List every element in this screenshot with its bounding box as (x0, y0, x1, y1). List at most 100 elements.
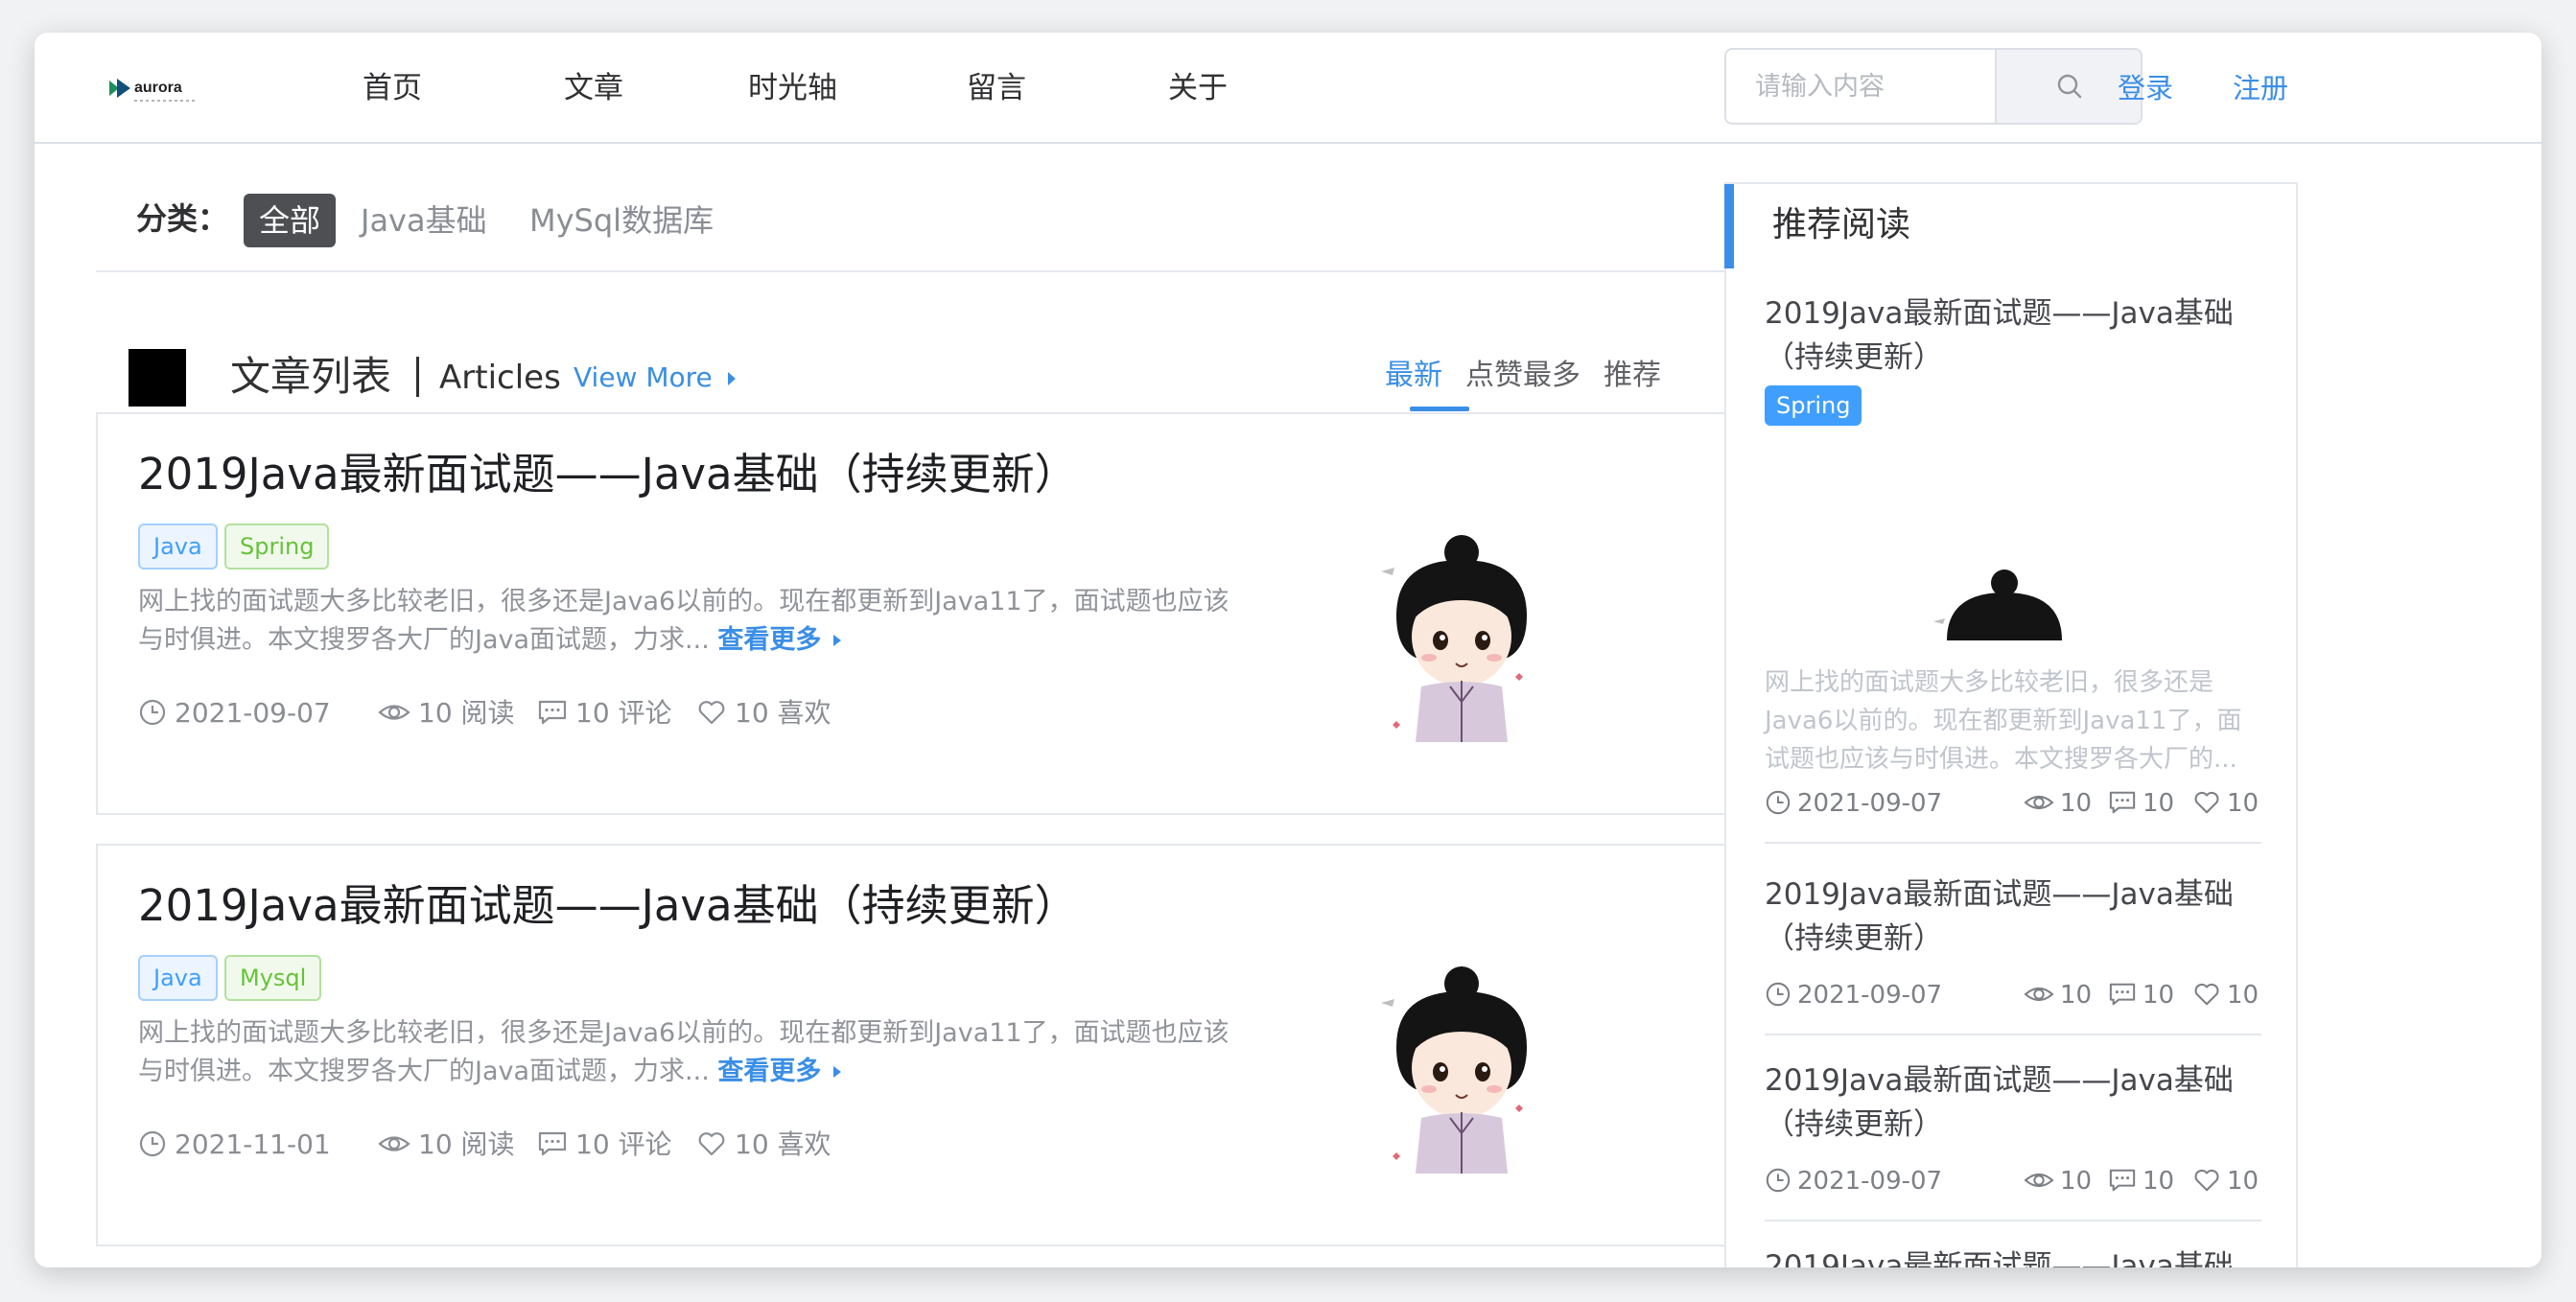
heart-icon (2194, 983, 2219, 1006)
sort-active-indicator (1410, 407, 1469, 411)
nav-messages[interactable]: 留言 (967, 67, 1026, 109)
recommended-title[interactable]: 2019Java最新面试题——Java基础（持续更新） (1765, 291, 2261, 380)
summary-text: 网上找的面试题大多比较老旧，很多还是Java6以前的。现在都更新到Java11了… (138, 1018, 1229, 1086)
date-text: 2021-09-07 (1797, 981, 1943, 1010)
article-cover-image[interactable] (1373, 965, 1546, 1174)
views-text: 10 阅读 (418, 1128, 515, 1160)
sort-tab-most-liked[interactable]: 点赞最多 (1465, 355, 1581, 397)
nav-timeline[interactable]: 时光轴 (748, 67, 837, 109)
article-card[interactable]: 2019Java最新面试题——Java基础（持续更新） Java Mysql 网… (96, 844, 1742, 1246)
top-navbar: aurora 首页 文章 时光轴 留言 关于 登录 注册 (35, 33, 2541, 144)
recommended-item[interactable]: 2019Java最新面试题——Java基础（持续更新） 2021-09-07 1… (1765, 872, 2261, 1055)
search-icon (2057, 74, 2082, 99)
read-more-label: 查看更多 (717, 625, 822, 655)
comments-text: 10 评论 (575, 1128, 672, 1160)
article-comments[interactable]: 10 评论 (537, 692, 672, 734)
divider (1765, 842, 2261, 844)
recommended-title[interactable]: 2019Java最新面试题——Java基础（持续更新） (1765, 872, 2261, 961)
recommended-summary-block: 网上找的面试题大多比较老旧，很多还是Java6以前的。现在都更新到Java11了… (1765, 663, 2261, 855)
nav-articles[interactable]: 文章 (564, 67, 623, 109)
search-input[interactable] (1726, 50, 1999, 123)
sidebar-title: 推荐阅读 (1772, 205, 1911, 244)
recommended-summary: 网上找的面试题大多比较老旧，很多还是Java6以前的。现在都更新到Java11了… (1765, 668, 2242, 774)
article-tag[interactable]: Java (138, 955, 218, 1001)
recommended-title[interactable]: 2019Java最新面试题——Java基础 (1765, 1244, 2261, 1267)
comment-icon (538, 700, 567, 725)
category-filter: 分类： 全部 Java基础 MySql数据库 (96, 186, 1742, 272)
likes-text: 10 (2227, 1167, 2260, 1196)
recommended-likes[interactable]: 10 (2192, 976, 2259, 1014)
recommended-sidebar: 推荐阅读 2019Java最新面试题——Java基础（持续更新） Spring … (1724, 182, 2298, 1267)
site-logo[interactable]: aurora (107, 71, 251, 109)
date-text: 2021-09-07 (1797, 1167, 1943, 1196)
nav-home[interactable]: 首页 (363, 67, 422, 109)
article-tag[interactable]: Java (138, 523, 218, 570)
recommended-title[interactable]: 2019Java最新面试题——Java基础（持续更新） (1765, 1058, 2261, 1147)
recommended-item[interactable]: 2019Java最新面试题——Java基础（持续更新） Spring (1765, 291, 2261, 562)
title-separator (416, 357, 419, 397)
heart-icon (2194, 791, 2219, 814)
article-summary: 网上找的面试题大多比较老旧，很多还是Java6以前的。现在都更新到Java11了… (138, 1014, 1251, 1091)
article-title[interactable]: 2019Java最新面试题——Java基础（持续更新） (138, 874, 1078, 938)
sort-tab-recommended[interactable]: 推荐 (1604, 355, 1661, 397)
comment-icon (2109, 1169, 2136, 1192)
article-summary: 网上找的面试题大多比较老旧，很多还是Java6以前的。现在都更新到Java11了… (138, 583, 1251, 660)
recommended-likes[interactable]: 10 (2192, 784, 2259, 823)
date-text: 2021-09-07 (1797, 789, 1943, 818)
login-link[interactable]: 登录 (2118, 67, 2173, 109)
nav-about[interactable]: 关于 (1168, 67, 1228, 109)
browser-window: aurora 首页 文章 时光轴 留言 关于 登录 注册 分类： 全部 Java… (35, 33, 2541, 1267)
recommended-item[interactable]: 2019Java最新面试题——Java基础（持续更新） 2021-09-07 1… (1765, 1058, 2261, 1241)
category-label: 分类： (136, 200, 229, 237)
article-list-subtitle: Articles (439, 359, 561, 397)
views-text: 10 (2060, 1167, 2093, 1196)
recommended-tag[interactable]: Spring (1765, 385, 1862, 426)
register-link[interactable]: 注册 (2233, 67, 2288, 109)
article-tag[interactable]: Mysql (224, 955, 322, 1001)
likes-text: 10 喜欢 (735, 1128, 831, 1160)
article-likes[interactable]: 10 喜欢 (696, 692, 831, 734)
read-more-label: 查看更多 (717, 1057, 822, 1086)
recommended-date: 2021-09-07 (1765, 784, 1942, 823)
article-views: 10 阅读 (378, 692, 515, 734)
likes-text: 10 (2227, 981, 2260, 1010)
article-title[interactable]: 2019Java最新面试题——Java基础（持续更新） (138, 443, 1078, 506)
comments-text: 10 (2143, 1167, 2175, 1196)
heart-icon (2194, 1169, 2219, 1192)
caret-right-icon (833, 1066, 842, 1078)
sort-tab-latest[interactable]: 最新 (1385, 355, 1442, 397)
recommended-comments[interactable]: 10 (2108, 976, 2174, 1014)
clock-icon (139, 699, 166, 726)
recommended-comments[interactable]: 10 (2108, 784, 2174, 823)
clock-icon (1766, 1168, 1791, 1193)
view-more-link[interactable]: View More (574, 357, 738, 399)
sidebar-accent-bar (1724, 184, 1734, 268)
heart-icon (698, 701, 725, 725)
article-list-header: 文章列表 Articles View More 最新 点赞最多 推荐 (96, 314, 1762, 414)
article-list-title: 文章列表 (230, 353, 392, 400)
article-comments[interactable]: 10 评论 (537, 1124, 672, 1166)
date-text: 2021-11-01 (175, 1128, 331, 1160)
recommended-likes[interactable]: 10 (2192, 1162, 2259, 1200)
recommended-comments[interactable]: 10 (2108, 1162, 2174, 1200)
comments-text: 10 (2143, 981, 2175, 1010)
comment-icon (2109, 983, 2136, 1006)
recommended-views: 10 (2024, 784, 2092, 823)
article-cover-image[interactable] (1373, 533, 1546, 742)
svg-text:aurora: aurora (134, 80, 182, 96)
article-card[interactable]: 2019Java最新面试题——Java基础（持续更新） Java Spring … (96, 412, 1742, 815)
read-more-link[interactable]: 查看更多 (717, 625, 846, 655)
category-mysql[interactable]: MySql数据库 (529, 194, 714, 247)
article-tag[interactable]: Spring (224, 523, 330, 570)
category-java-basics[interactable]: Java基础 (361, 194, 487, 247)
article-likes[interactable]: 10 喜欢 (696, 1124, 831, 1166)
article-date: 2021-09-07 (138, 692, 331, 734)
views-text: 10 阅读 (418, 697, 515, 729)
category-all[interactable]: 全部 (244, 194, 337, 247)
caret-right-icon (833, 635, 842, 646)
recommended-item[interactable]: 2019Java最新面试题——Java基础 (1765, 1244, 2261, 1267)
eye-icon (2024, 987, 2054, 1002)
read-more-link[interactable]: 查看更多 (717, 1057, 846, 1086)
recommended-cover-image[interactable] (1928, 554, 2081, 640)
date-text: 2021-09-07 (175, 697, 331, 729)
